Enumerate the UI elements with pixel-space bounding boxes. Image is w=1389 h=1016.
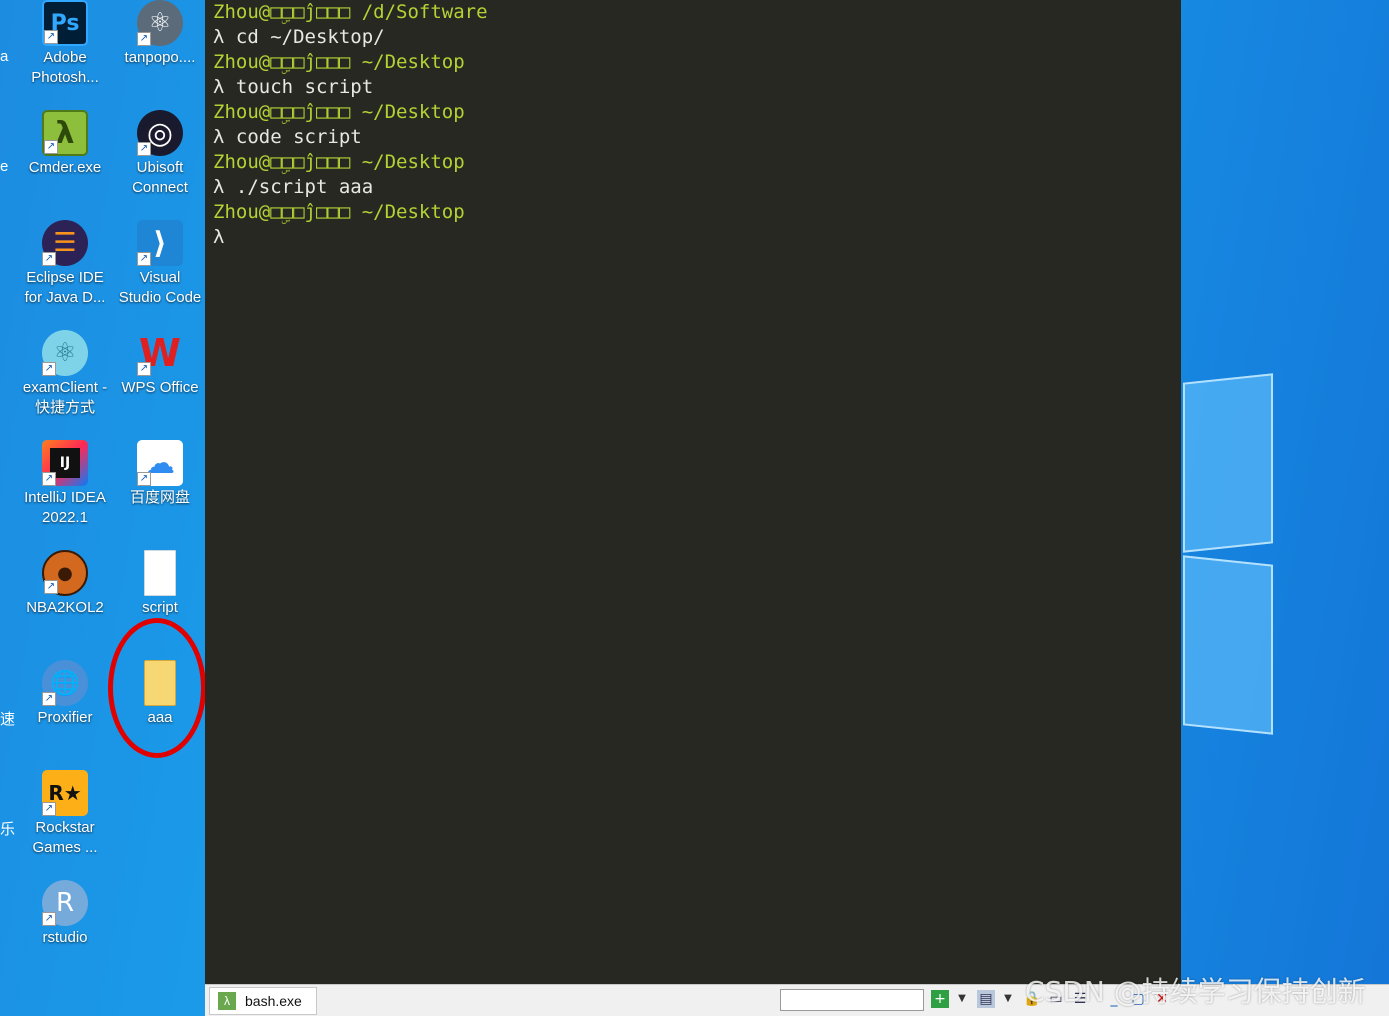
- examclient-icon: ⚛ ↗: [42, 330, 88, 376]
- desktop-icon-label: Eclipse IDE for Java D...: [24, 269, 106, 306]
- eclipse-icon: ☰ ↗: [42, 220, 88, 266]
- desktop-icon-ubisoft[interactable]: ◎ ↗ Ubisoft Connect: [112, 110, 208, 220]
- vscode-icon: ⟩ ↗: [137, 220, 183, 266]
- desktop-icon-intellij[interactable]: IJ ↗ IntelliJ IDEA 2022.1: [17, 440, 113, 550]
- desktop-icon-label: 百度网盘: [129, 489, 190, 506]
- terminal-line[interactable]: λ: [205, 225, 1181, 250]
- edge-fragment: e: [0, 158, 9, 175]
- baidu-netdisk-icon: ☁ ↗: [137, 440, 183, 486]
- terminal-line: λ ./script aaa: [213, 176, 374, 198]
- intellij-icon: IJ ↗: [42, 440, 88, 486]
- tanpopo-icon: ⚛ ↗: [137, 0, 183, 46]
- edge-fragment: 乐: [0, 821, 16, 838]
- edge-fragment: 速: [0, 711, 16, 728]
- highlight-circle: [108, 618, 206, 758]
- tab-bash[interactable]: λ bash.exe: [209, 987, 317, 1015]
- desktop-icon-label: examClient - 快捷方式: [22, 379, 108, 416]
- terminal-line: Zhou@□ۣ□□ĵ□□□ /d/Software: [213, 1, 488, 23]
- desktop-icon-label: tanpopo....: [124, 49, 196, 66]
- desktop-icon-label: NBA2KOL2: [26, 599, 104, 616]
- desktop-icon-label: Ubisoft Connect: [132, 159, 188, 196]
- terminal-line: Zhou@□ۣ□□ĵ□□□ ~/Desktop: [213, 201, 465, 223]
- desktop-icon-photoshop[interactable]: Ps ↗ Adobe Photosh...: [17, 0, 113, 110]
- desktop-icon-examclient[interactable]: ⚛ ↗ examClient - 快捷方式: [17, 330, 113, 440]
- desktop-icon-rockstar[interactable]: R★ ↗ Rockstar Games ...: [17, 770, 113, 880]
- tab-label: bash.exe: [245, 993, 302, 1009]
- wps-office-icon: W ↗: [137, 330, 183, 376]
- windows-logo-wallpaper: [1181, 0, 1389, 1016]
- desktop-icon-label: Adobe Photosh...: [31, 49, 99, 86]
- desktop-icon-label: Rockstar Games ...: [32, 819, 98, 856]
- desktop-icon-wps[interactable]: W ↗ WPS Office: [112, 330, 208, 440]
- desktop-icon-tanpopo[interactable]: ⚛ ↗ tanpopo....: [112, 0, 208, 110]
- desktop-icon-label: script: [142, 599, 178, 616]
- desktop-icon-proxifier[interactable]: 🌐 ↗ Proxifier: [17, 660, 113, 770]
- ubisoft-icon: ◎ ↗: [137, 110, 183, 156]
- desktop-icon-label: Visual Studio Code: [118, 269, 202, 306]
- chevron-down-icon[interactable]: ▼: [999, 990, 1017, 1008]
- cmder-icon: λ ↗: [42, 110, 88, 156]
- desktop-icon-label: Proxifier: [37, 709, 93, 726]
- terminal-line: λ code script: [213, 126, 362, 148]
- desktop-icon-rstudio[interactable]: R ↗ rstudio: [17, 880, 113, 990]
- photoshop-icon: Ps ↗: [42, 0, 88, 46]
- proxifier-icon: 🌐 ↗: [42, 660, 88, 706]
- terminal-line: λ cd ~/Desktop/: [213, 26, 385, 48]
- terminal-line: Zhou@□ۣ□□ĵ□□□ ~/Desktop: [213, 101, 465, 123]
- lambda-icon: λ: [218, 992, 236, 1010]
- desktop-icon-label: IntelliJ IDEA 2022.1: [24, 489, 106, 526]
- desktop-icon-label: rstudio: [42, 929, 88, 946]
- desktop-icon-label: WPS Office: [121, 379, 199, 396]
- desktop-icon-label: Cmder.exe: [28, 159, 102, 176]
- desktop-icon-cmder[interactable]: λ ↗ Cmder.exe: [17, 110, 113, 220]
- desktop-icon-eclipse[interactable]: ☰ ↗ Eclipse IDE for Java D...: [17, 220, 113, 330]
- desktop-icon-nba2kol2[interactable]: ● ↗ NBA2KOL2: [17, 550, 113, 660]
- rstudio-icon: R ↗: [42, 880, 88, 926]
- nba2kol2-icon: ● ↗: [42, 550, 88, 596]
- terminal-line: Zhou@□ۣ□□ĵ□□□ ~/Desktop: [213, 151, 465, 173]
- watermark: CSDN @持续学习保持创新: [1025, 975, 1366, 1008]
- edge-fragment: a: [0, 48, 9, 65]
- terminal-line: Zhou@□ۣ□□ĵ□□□ ~/Desktop: [213, 51, 465, 73]
- terminal-line: λ touch script: [213, 76, 374, 98]
- chevron-down-icon[interactable]: ▼: [953, 990, 971, 1008]
- blank-file-icon: [144, 550, 176, 596]
- add-tab-icon[interactable]: +: [931, 990, 949, 1008]
- rockstar-icon: R★ ↗: [42, 770, 88, 816]
- desktop-icon-baidu[interactable]: ☁ ↗ 百度网盘: [112, 440, 208, 550]
- search-input[interactable]: [780, 989, 924, 1011]
- console-list-icon[interactable]: ▤: [977, 990, 995, 1008]
- terminal-window[interactable]: Zhou@□ۣ□□ĵ□□□ /d/Software λ cd ~/Desktop…: [205, 0, 1181, 984]
- desktop-icon-vscode[interactable]: ⟩ ↗ Visual Studio Code: [112, 220, 208, 330]
